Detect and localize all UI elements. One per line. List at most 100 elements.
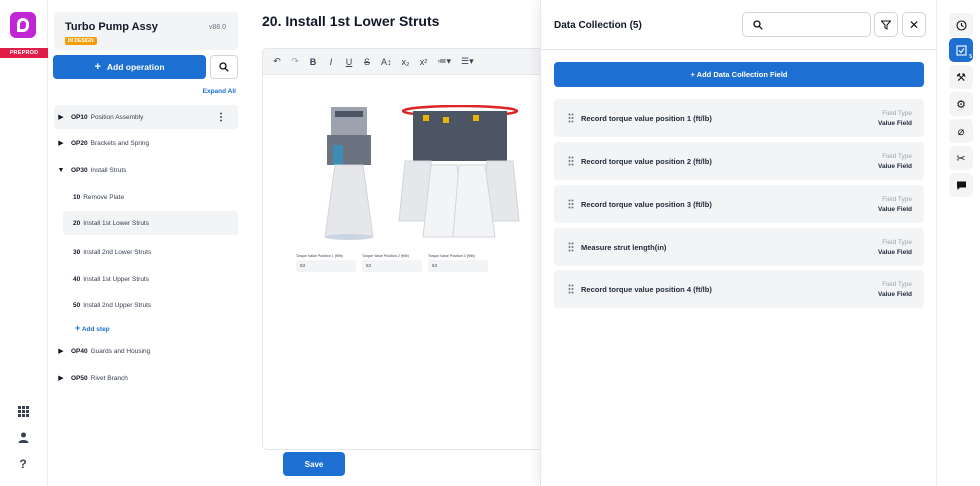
data-collection-count: 5	[969, 54, 972, 60]
editor-toolbar: ↶ ↷ B I U S A↕ x₂ x² ≔▾ ☰▾	[263, 49, 553, 75]
close-panel-button[interactable]: ✕	[902, 12, 926, 37]
help-icon[interactable]: ?	[14, 455, 32, 473]
strikethrough-icon[interactable]: S	[363, 57, 371, 67]
data-collection-search-input[interactable]	[742, 12, 871, 37]
gear-icon: ⚙	[956, 98, 966, 111]
mini-field: Torque Value Position 3 (ft/lb) 63	[428, 254, 488, 272]
data-collection-button[interactable]: 5	[949, 38, 973, 62]
operation-name: Brackets and Spring	[90, 139, 150, 147]
history-button[interactable]	[949, 13, 973, 37]
search-icon	[753, 19, 763, 30]
data-collection-title: Data Collection (5)	[554, 20, 642, 31]
right-rail: 5 ⚒ ⚙ ⌀ ✂	[936, 0, 980, 486]
user-icon[interactable]	[14, 428, 32, 446]
status-badge: IN DESIGN	[65, 37, 97, 45]
italic-icon[interactable]: I	[327, 57, 335, 67]
step-row-10[interactable]: 10 Remove Plate	[63, 185, 238, 209]
wrench-icon: ✂	[956, 152, 966, 165]
search-operations-button[interactable]	[210, 55, 238, 79]
environment-badge: PREPROD	[0, 48, 48, 58]
add-operation-button[interactable]: + Add operation	[53, 55, 206, 79]
assembly-card: Turbo Pump Assy v88.0 IN DESIGN	[54, 12, 238, 50]
checklist-icon	[955, 44, 967, 56]
paperclip-icon: ⌀	[957, 125, 965, 138]
caret-down-icon[interactable]: ▼	[54, 167, 68, 174]
operation-name: Guards and Housing	[90, 347, 151, 355]
comments-button[interactable]	[949, 173, 973, 197]
operation-name: Install Struts	[90, 166, 127, 174]
bold-icon[interactable]: B	[309, 57, 317, 67]
drag-handle-icon	[568, 284, 574, 294]
assembly-version: v88.0	[208, 24, 226, 31]
add-operation-label: Add operation	[106, 62, 165, 72]
apps-grid-icon[interactable]	[14, 402, 32, 420]
step-name: Remove Plate	[83, 193, 125, 201]
expand-all-link[interactable]: Expand All	[203, 88, 236, 95]
subscript-icon[interactable]: x₂	[402, 57, 410, 67]
add-data-collection-field-button[interactable]: + Add Data Collection Field	[554, 62, 924, 87]
add-step-link[interactable]: + Add step	[75, 323, 110, 333]
add-step-label: Add step	[81, 326, 110, 333]
filter-button[interactable]	[874, 12, 898, 37]
drag-handle-icon	[568, 113, 574, 123]
rocket-engine-image	[293, 104, 523, 245]
operation-row-op10[interactable]: ▶ OP10 Position Assembly ⋮	[54, 105, 238, 129]
drag-handle-icon	[568, 156, 574, 166]
mini-field: Torque Value Position 2 (ft/lb) 63	[362, 254, 422, 272]
operation-name: Position Assembly	[90, 113, 144, 121]
data-collection-item[interactable]: Record torque value position 4 (ft/lb) F…	[554, 270, 924, 308]
data-collection-header: Data Collection (5) ✕	[541, 0, 936, 50]
superscript-icon[interactable]: x²	[420, 57, 428, 67]
data-collection-item[interactable]: Record torque value position 3 (ft/lb) F…	[554, 185, 924, 223]
data-collection-item[interactable]: Record torque value position 1 (ft/lb) F…	[554, 99, 924, 137]
operation-name: Rivet Branch	[90, 374, 128, 382]
step-name: Install 1st Lower Struts	[83, 219, 149, 227]
caret-right-icon[interactable]: ▶	[54, 374, 68, 382]
more-options-icon[interactable]: ⋮	[216, 112, 226, 123]
plus-icon: +	[94, 61, 101, 73]
step-editor[interactable]: ↶ ↷ B I U S A↕ x₂ x² ≔▾ ☰▾ Torque Value …	[262, 48, 554, 450]
step-row-50[interactable]: 50 Install 2nd Upper Struts	[63, 293, 238, 317]
save-button[interactable]: Save	[283, 452, 345, 476]
assembly-title: Turbo Pump Assy	[65, 21, 158, 33]
operation-row-op40[interactable]: ▶ OP40 Guards and Housing	[54, 339, 238, 363]
data-collection-item[interactable]: Measure strut length(in) Field Type Valu…	[554, 228, 924, 266]
numbered-list-icon[interactable]: ≔▾	[438, 56, 452, 67]
app-logo[interactable]	[10, 12, 36, 38]
parts-button[interactable]: ⚙	[949, 92, 973, 116]
image-field-row: Torque Value Position 1 (ft/lb) 63 Torqu…	[296, 254, 488, 272]
page-title: 20. Install 1st Lower Struts	[262, 13, 440, 29]
mini-field: Torque Value Position 1 (ft/lb) 63	[296, 254, 356, 272]
caret-right-icon[interactable]: ▶	[54, 347, 68, 355]
undo-icon[interactable]: ↶	[273, 56, 281, 67]
hammer-icon: ⚒	[956, 71, 966, 84]
redo-icon[interactable]: ↷	[291, 56, 299, 67]
plus-icon: +	[75, 323, 81, 333]
tooling-button[interactable]: ✂	[949, 146, 973, 170]
caret-right-icon[interactable]: ▶	[54, 113, 68, 121]
data-collection-panel: Data Collection (5) ✕ + Add Data Collect…	[540, 0, 936, 486]
comment-icon	[956, 181, 966, 190]
attachments-button[interactable]: ⌀	[949, 119, 973, 143]
operations-panel: Turbo Pump Assy v88.0 IN DESIGN + Add op…	[48, 0, 244, 486]
data-collection-item[interactable]: Record torque value position 2 (ft/lb) F…	[554, 142, 924, 180]
step-name: Install 2nd Lower Struts	[83, 248, 152, 256]
caret-right-icon[interactable]: ▶	[54, 139, 68, 147]
operation-row-op20[interactable]: ▶ OP20 Brackets and Spring	[54, 131, 238, 155]
left-rail: PREPROD ?	[0, 0, 48, 486]
bullet-list-icon[interactable]: ☰▾	[461, 56, 474, 67]
operation-row-op50[interactable]: ▶ OP50 Rivet Branch	[54, 366, 238, 390]
clock-icon	[955, 19, 967, 31]
text-size-icon[interactable]: A↕	[381, 57, 392, 67]
filter-icon	[881, 20, 891, 30]
underline-icon[interactable]: U	[345, 57, 353, 67]
close-icon: ✕	[908, 17, 920, 32]
operation-row-op30[interactable]: ▼ OP30 Install Struts	[54, 158, 238, 182]
step-row-40[interactable]: 40 Install 1st Upper Struts	[63, 267, 238, 291]
step-row-30[interactable]: 30 Install 2nd Lower Struts	[63, 240, 238, 264]
tools-button[interactable]: ⚒	[949, 65, 973, 89]
step-name: Install 2nd Upper Struts	[83, 301, 152, 309]
step-row-20[interactable]: 20 Install 1st Lower Struts	[63, 211, 238, 235]
drag-handle-icon	[568, 199, 574, 209]
drag-handle-icon	[568, 242, 574, 252]
